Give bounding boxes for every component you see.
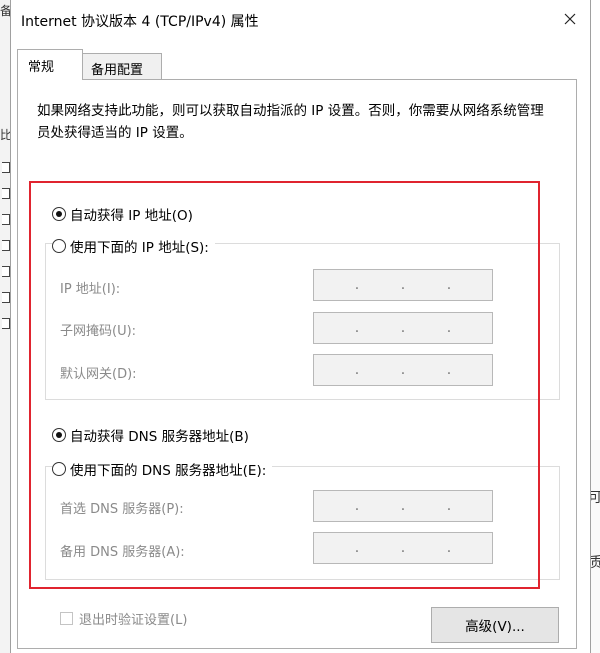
background-text-fragment: 比: [0, 128, 10, 142]
radio-label: 自动获得 DNS 服务器地址(B): [70, 429, 249, 445]
default-gateway-input[interactable]: ...: [313, 354, 493, 386]
radio-obtain-ip-automatically[interactable]: 自动获得 IP 地址(O): [52, 204, 199, 224]
alternate-dns-label: 备用 DNS 服务器(A):: [60, 545, 185, 560]
radio-label: 自动获得 IP 地址(O): [70, 208, 193, 224]
subnet-mask-label: 子网掩码(U):: [60, 324, 137, 339]
window-title: Internet 协议版本 4 (TCP/IPv4) 属性: [21, 14, 259, 30]
background-checkbox: [2, 318, 10, 329]
radio-use-following-ip[interactable]: 使用下面的 IP 地址(S):: [52, 236, 215, 256]
background-checkbox: [2, 266, 10, 277]
ip-address-label: IP 地址(I):: [60, 282, 121, 297]
intro-text: 如果网络支持此功能，则可以获取自动指派的 IP 设置。否则，你需要从网络系统管理…: [37, 103, 544, 141]
validate-settings-checkbox[interactable]: 退出时验证设置(L): [60, 609, 187, 628]
tab-general[interactable]: 常规: [17, 49, 83, 80]
radio-unselected-icon: [52, 462, 66, 476]
radio-label: 使用下面的 IP 地址(S):: [70, 240, 209, 256]
checkbox-icon: [60, 612, 73, 625]
alternate-dns-input[interactable]: ...: [313, 532, 493, 564]
background-text-fragment: 备: [0, 4, 10, 18]
default-gateway-label: 默认网关(D):: [60, 367, 137, 382]
radio-selected-icon: [52, 207, 66, 221]
radio-obtain-dns-automatically[interactable]: 自动获得 DNS 服务器地址(B): [52, 425, 255, 445]
radio-unselected-icon: [52, 239, 66, 253]
checkbox-label: 退出时验证设置(L): [79, 613, 188, 628]
background-checkbox: [2, 162, 10, 173]
background-checkbox: [2, 292, 10, 303]
radio-selected-icon: [52, 428, 66, 442]
ip-address-input[interactable]: ...: [313, 269, 493, 301]
preferred-dns-label: 首选 DNS 服务器(P):: [60, 502, 184, 517]
subnet-mask-input[interactable]: ...: [313, 312, 493, 344]
title-bar[interactable]: Internet 协议版本 4 (TCP/IPv4) 属性: [11, 0, 590, 38]
background-checkbox: [2, 214, 10, 225]
background-checkbox: [2, 240, 10, 251]
radio-label: 使用下面的 DNS 服务器地址(E):: [70, 463, 267, 479]
radio-use-following-dns[interactable]: 使用下面的 DNS 服务器地址(E):: [52, 459, 273, 479]
tab-alternate-configuration[interactable]: 备用配置: [83, 53, 162, 80]
advanced-button[interactable]: 高级(V)...: [431, 607, 559, 643]
close-button[interactable]: [555, 4, 585, 34]
background-checkbox: [2, 188, 10, 199]
close-icon: [564, 13, 576, 25]
preferred-dns-input[interactable]: ...: [313, 490, 493, 522]
